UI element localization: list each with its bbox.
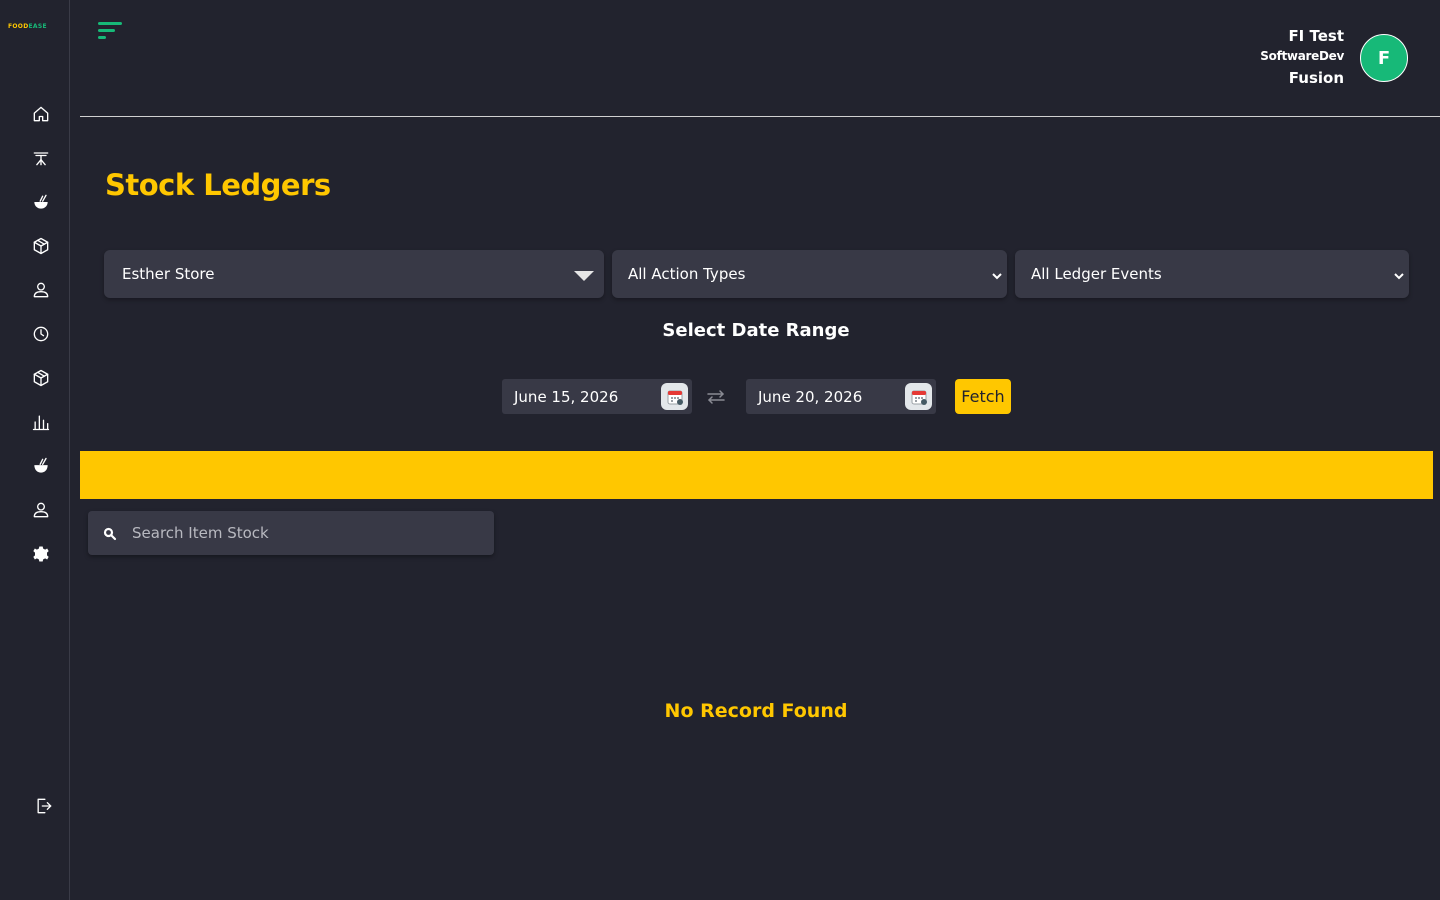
end-date-value: June 20, 2026 xyxy=(758,387,863,406)
sidebar-item-food[interactable] xyxy=(30,191,52,213)
chevron-down-icon xyxy=(1393,268,1405,280)
menu-bar-icon xyxy=(98,29,115,32)
search-icon xyxy=(103,526,117,541)
header-divider xyxy=(80,116,1440,117)
calendar-icon xyxy=(667,390,683,405)
settings-icon xyxy=(33,546,49,562)
user-branch: Fusion xyxy=(1288,69,1344,87)
sidebar-item-reports[interactable] xyxy=(30,411,52,433)
sidebar-item-customers[interactable] xyxy=(30,279,52,301)
fetch-button[interactable]: Fetch xyxy=(955,379,1011,414)
menu-bar-icon xyxy=(98,36,106,39)
sidebar-item-settings[interactable] xyxy=(30,543,52,565)
calendar-icon xyxy=(911,390,927,405)
logo-text-part1: FOOD xyxy=(8,23,29,30)
dining-table-icon xyxy=(33,152,49,166)
logo-text-part2: EASE xyxy=(28,23,47,30)
page-title: Stock Ledgers xyxy=(105,168,331,202)
user-info: FI Test SoftwareDev Fusion xyxy=(1260,26,1344,90)
end-date-calendar-button[interactable] xyxy=(905,383,932,410)
ledger-events-select[interactable]: All Ledger Events xyxy=(1015,250,1409,298)
sidebar-item-menu[interactable] xyxy=(30,455,52,477)
store-select-value: Esther Store xyxy=(122,265,215,283)
sidebar-item-staff[interactable] xyxy=(30,499,52,521)
start-date-input[interactable]: June 15, 2026 xyxy=(502,379,692,414)
food-bowl-icon xyxy=(34,457,48,473)
food-bowl-icon xyxy=(34,194,48,209)
start-date-value: June 15, 2026 xyxy=(514,387,619,406)
search-input[interactable] xyxy=(132,511,482,555)
search-box xyxy=(88,511,494,555)
store-select[interactable]: Esther Store xyxy=(104,250,604,298)
user-name: FI Test xyxy=(1288,27,1344,45)
end-date-input[interactable]: June 20, 2026 xyxy=(746,379,936,414)
package-icon xyxy=(33,237,49,255)
sidebar-item-home[interactable] xyxy=(30,103,52,125)
menu-bar-icon xyxy=(98,22,122,25)
sidebar: FOODEASE xyxy=(0,0,70,900)
avatar-initial: F xyxy=(1377,47,1391,69)
avatar[interactable]: F xyxy=(1360,34,1408,82)
sidebar-item-inventory[interactable] xyxy=(30,235,52,257)
sidebar-item-stock[interactable] xyxy=(30,367,52,389)
app-logo[interactable]: FOODEASE xyxy=(8,23,47,33)
user-icon xyxy=(33,502,49,518)
table-header-band xyxy=(80,451,1433,499)
menu-toggle-button[interactable] xyxy=(98,20,126,42)
ledger-events-select-value: All Ledger Events xyxy=(1031,265,1162,283)
logout-icon xyxy=(37,798,52,814)
caret-down-icon xyxy=(574,271,594,281)
logout-button[interactable] xyxy=(33,795,55,817)
user-organization: SoftwareDev xyxy=(1260,49,1344,63)
empty-state-message: No Record Found xyxy=(664,700,848,722)
user-icon xyxy=(33,282,49,298)
sidebar-item-tables[interactable] xyxy=(30,147,52,169)
bar-chart-icon xyxy=(32,415,50,431)
package-icon xyxy=(33,369,49,387)
date-range-label: Select Date Range xyxy=(662,320,850,341)
start-date-calendar-button[interactable] xyxy=(661,383,688,410)
action-types-select[interactable]: All Action Types xyxy=(612,250,1007,298)
action-types-select-value: All Action Types xyxy=(628,265,746,283)
home-icon xyxy=(33,106,49,122)
swap-arrows-icon xyxy=(705,387,727,407)
chevron-down-icon xyxy=(991,268,1003,280)
